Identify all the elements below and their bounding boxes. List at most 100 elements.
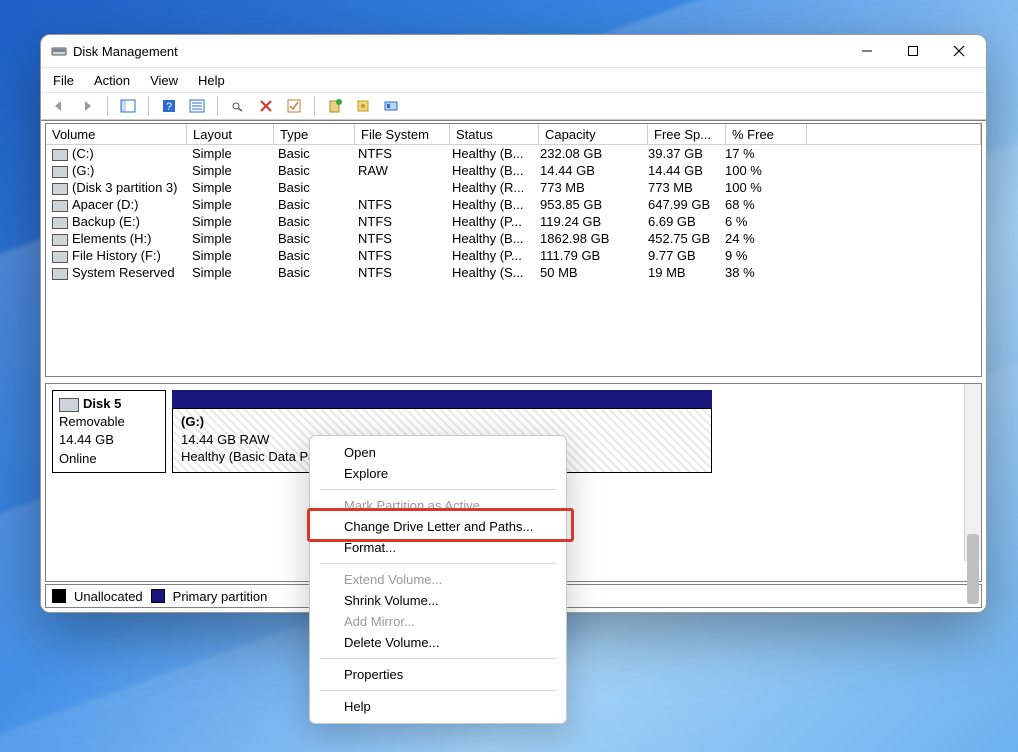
toolbar-separator xyxy=(148,96,149,116)
ctx-delete[interactable]: Delete Volume... xyxy=(310,632,566,653)
volume-type: Basic xyxy=(272,248,352,263)
volume-fs: NTFS xyxy=(352,197,446,212)
menu-view[interactable]: View xyxy=(140,68,188,92)
ctx-properties[interactable]: Properties xyxy=(310,664,566,685)
maximize-button[interactable] xyxy=(890,35,936,67)
help-button[interactable]: ? xyxy=(157,94,181,118)
volume-free: 647.99 GB xyxy=(642,197,719,212)
forward-button[interactable] xyxy=(75,94,99,118)
show-hide-tree-button[interactable] xyxy=(116,94,140,118)
drive-icon xyxy=(52,166,68,178)
col-volume[interactable]: Volume xyxy=(46,124,187,144)
menu-help[interactable]: Help xyxy=(188,68,235,92)
disk-kind: Removable xyxy=(59,413,159,431)
legend-unallocated: Unallocated xyxy=(74,589,143,604)
col-free[interactable]: Free Sp... xyxy=(648,124,726,144)
volume-status: Healthy (P... xyxy=(446,214,534,229)
col-type[interactable]: Type xyxy=(274,124,355,144)
volume-fs: NTFS xyxy=(352,231,446,246)
table-row[interactable]: Apacer (D:)SimpleBasicNTFSHealthy (B...9… xyxy=(46,196,981,213)
volume-type: Basic xyxy=(272,197,352,212)
delete-icon[interactable] xyxy=(254,94,278,118)
properties-icon[interactable] xyxy=(351,94,375,118)
volume-pctfree: 100 % xyxy=(719,163,799,178)
volume-free: 19 MB xyxy=(642,265,719,280)
col-layout[interactable]: Layout xyxy=(187,124,274,144)
titlebar[interactable]: Disk Management xyxy=(41,35,986,67)
volume-type: Basic xyxy=(272,180,352,195)
volume-fs: NTFS xyxy=(352,248,446,263)
table-row[interactable]: Backup (E:)SimpleBasicNTFSHealthy (P...1… xyxy=(46,213,981,230)
table-row[interactable]: (C:)SimpleBasicNTFSHealthy (B...232.08 G… xyxy=(46,145,981,162)
ctx-separator xyxy=(320,658,556,659)
volume-pctfree: 100 % xyxy=(719,180,799,195)
col-pctfree[interactable]: % Free xyxy=(726,124,807,144)
table-row[interactable]: System ReservedSimpleBasicNTFSHealthy (S… xyxy=(46,264,981,281)
ctx-help[interactable]: Help xyxy=(310,696,566,717)
drive-icon xyxy=(52,268,68,280)
legend-primary: Primary partition xyxy=(173,589,268,604)
ctx-separator xyxy=(320,489,556,490)
volume-capacity: 1862.98 GB xyxy=(534,231,642,246)
volume-name: (C:) xyxy=(72,146,94,161)
action-list-button[interactable] xyxy=(185,94,209,118)
volume-free: 39.37 GB xyxy=(642,146,719,161)
ctx-open[interactable]: Open xyxy=(310,442,566,463)
drive-icon xyxy=(59,398,79,412)
volume-layout: Simple xyxy=(186,248,272,263)
volume-status: Healthy (P... xyxy=(446,248,534,263)
volume-list-header[interactable]: Volume Layout Type File System Status Ca… xyxy=(46,124,981,145)
ctx-format[interactable]: Format... xyxy=(310,537,566,558)
close-button[interactable] xyxy=(936,35,982,67)
volume-status: Healthy (B... xyxy=(446,197,534,212)
ctx-separator xyxy=(320,563,556,564)
ctx-separator xyxy=(320,690,556,691)
app-icon xyxy=(51,43,67,59)
col-capacity[interactable]: Capacity xyxy=(539,124,648,144)
col-fs[interactable]: File System xyxy=(355,124,450,144)
check-icon[interactable] xyxy=(282,94,306,118)
table-row[interactable]: (Disk 3 partition 3)SimpleBasicHealthy (… xyxy=(46,179,981,196)
volume-name: Backup (E:) xyxy=(72,214,140,229)
menu-file[interactable]: File xyxy=(43,68,84,92)
back-button[interactable] xyxy=(47,94,71,118)
partition-header-bar xyxy=(172,390,712,408)
volume-layout: Simple xyxy=(186,146,272,161)
toolbar-separator xyxy=(314,96,315,116)
drive-icon xyxy=(52,183,68,195)
volume-layout: Simple xyxy=(186,163,272,178)
volume-fs: NTFS xyxy=(352,265,446,280)
ctx-explore[interactable]: Explore xyxy=(310,463,566,484)
settings-icon[interactable] xyxy=(379,94,403,118)
ctx-shrink[interactable]: Shrink Volume... xyxy=(310,590,566,611)
table-row[interactable]: (G:)SimpleBasicRAWHealthy (B...14.44 GB1… xyxy=(46,162,981,179)
volume-pctfree: 24 % xyxy=(719,231,799,246)
volume-pctfree: 68 % xyxy=(719,197,799,212)
table-row[interactable]: Elements (H:)SimpleBasicNTFSHealthy (B..… xyxy=(46,230,981,247)
legend-swatch-primary xyxy=(151,589,165,603)
col-spacer xyxy=(807,124,981,144)
volume-capacity: 232.08 GB xyxy=(534,146,642,161)
new-volume-icon[interactable] xyxy=(323,94,347,118)
disk-info[interactable]: Disk 5 Removable 14.44 GB Online xyxy=(52,390,166,473)
table-row[interactable]: File History (F:)SimpleBasicNTFSHealthy … xyxy=(46,247,981,264)
volume-pctfree: 9 % xyxy=(719,248,799,263)
vertical-scrollbar[interactable] xyxy=(964,384,981,561)
refresh-button[interactable] xyxy=(226,94,250,118)
volume-free: 14.44 GB xyxy=(642,163,719,178)
volume-status: Healthy (B... xyxy=(446,231,534,246)
col-status[interactable]: Status xyxy=(450,124,539,144)
toolbar-separator xyxy=(107,96,108,116)
menu-action[interactable]: Action xyxy=(84,68,140,92)
scrollbar-thumb[interactable] xyxy=(967,534,979,604)
minimize-button[interactable] xyxy=(844,35,890,67)
disk-size: 14.44 GB xyxy=(59,431,159,449)
volume-list[interactable]: Volume Layout Type File System Status Ca… xyxy=(45,123,982,377)
volume-type: Basic xyxy=(272,146,352,161)
ctx-change-drive-letter[interactable]: Change Drive Letter and Paths... xyxy=(310,516,566,537)
volume-capacity: 119.24 GB xyxy=(534,214,642,229)
drive-icon xyxy=(52,149,68,161)
volume-name: Elements (H:) xyxy=(72,231,151,246)
toolbar-separator xyxy=(217,96,218,116)
drive-icon xyxy=(52,200,68,212)
